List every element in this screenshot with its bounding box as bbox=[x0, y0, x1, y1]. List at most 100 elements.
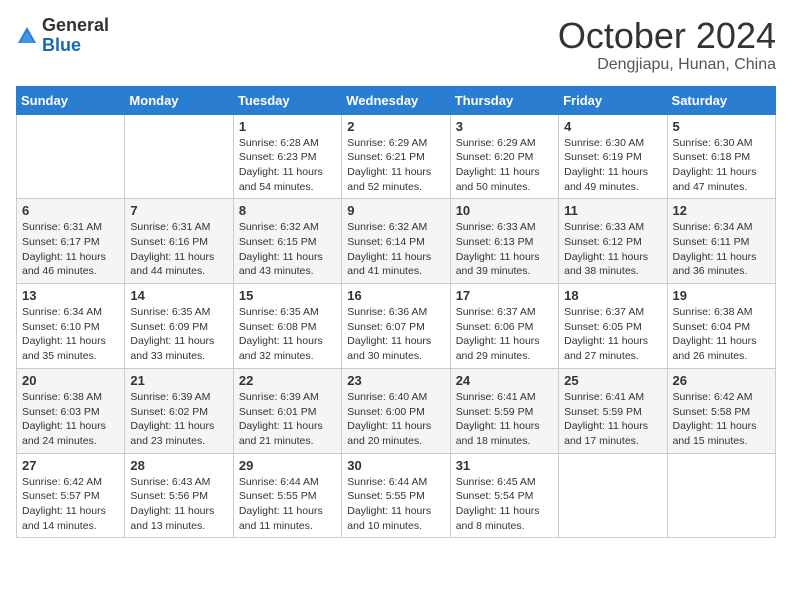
day-detail: Sunrise: 6:31 AM Sunset: 6:17 PM Dayligh… bbox=[22, 220, 119, 279]
day-detail: Sunrise: 6:41 AM Sunset: 5:59 PM Dayligh… bbox=[564, 390, 661, 449]
calendar-cell: 12Sunrise: 6:34 AM Sunset: 6:11 PM Dayli… bbox=[667, 199, 775, 284]
calendar-cell: 23 Sunrise: 6:40 AM Sunset: 6:00 PM Dayli… bbox=[342, 368, 450, 453]
calendar-cell: 2 Sunrise: 6:29 AM Sunset: 6:21 PM Daylig… bbox=[342, 114, 450, 199]
weekday-header-sunday: Sunday bbox=[17, 86, 125, 114]
calendar-cell: 15 Sunrise: 6:35 AM Sunset: 6:08 PM Dayli… bbox=[233, 284, 341, 369]
weekday-header-wednesday: Wednesday bbox=[342, 86, 450, 114]
calendar-cell: 19 Sunrise: 6:38 AM Sunset: 6:04 PM Dayli… bbox=[667, 284, 775, 369]
calendar-week-row: 6 Sunrise: 6:31 AM Sunset: 6:17 PM Daylig… bbox=[17, 199, 776, 284]
calendar-cell: 21 Sunrise: 6:39 AM Sunset: 6:02 PM Dayli… bbox=[125, 368, 233, 453]
calendar-cell bbox=[559, 453, 667, 538]
weekday-header-thursday: Thursday bbox=[450, 86, 558, 114]
calendar-cell: 29Sunrise: 6:44 AM Sunset: 5:55 PM Dayli… bbox=[233, 453, 341, 538]
calendar-cell: 1 Sunrise: 6:28 AM Sunset: 6:23 PM Daylig… bbox=[233, 114, 341, 199]
day-number: 7 bbox=[130, 203, 227, 218]
day-detail: Sunrise: 6:45 AM Sunset: 5:54 PM Dayligh… bbox=[456, 475, 553, 534]
page-header: General Blue October 2024 Dengjiapu, Hun… bbox=[16, 16, 776, 74]
day-detail: Sunrise: 6:39 AM Sunset: 6:01 PM Dayligh… bbox=[239, 390, 336, 449]
calendar-cell: 11Sunrise: 6:33 AM Sunset: 6:12 PM Dayli… bbox=[559, 199, 667, 284]
day-detail: Sunrise: 6:42 AM Sunset: 5:58 PM Dayligh… bbox=[673, 390, 770, 449]
day-detail: Sunrise: 6:44 AM Sunset: 5:55 PM Dayligh… bbox=[347, 475, 444, 534]
day-number: 9 bbox=[347, 203, 444, 218]
day-number: 13 bbox=[22, 288, 119, 303]
weekday-header-friday: Friday bbox=[559, 86, 667, 114]
weekday-header-saturday: Saturday bbox=[667, 86, 775, 114]
day-number: 12 bbox=[673, 203, 770, 218]
day-number: 25 bbox=[564, 373, 661, 388]
weekday-header-row: SundayMondayTuesdayWednesdayThursdayFrid… bbox=[17, 86, 776, 114]
calendar-cell: 17Sunrise: 6:37 AM Sunset: 6:06 PM Dayli… bbox=[450, 284, 558, 369]
logo-general: General bbox=[42, 15, 109, 35]
day-detail: Sunrise: 6:33 AM Sunset: 6:13 PM Dayligh… bbox=[456, 220, 553, 279]
day-number: 26 bbox=[673, 373, 770, 388]
calendar-cell bbox=[125, 114, 233, 199]
day-number: 15 bbox=[239, 288, 336, 303]
day-detail: Sunrise: 6:37 AM Sunset: 6:06 PM Dayligh… bbox=[456, 305, 553, 364]
calendar-week-row: 20 Sunrise: 6:38 AM Sunset: 6:03 PM Dayli… bbox=[17, 368, 776, 453]
day-number: 6 bbox=[22, 203, 119, 218]
day-detail: Sunrise: 6:32 AM Sunset: 6:14 PM Dayligh… bbox=[347, 220, 444, 279]
day-detail: Sunrise: 6:37 AM Sunset: 6:05 PM Dayligh… bbox=[564, 305, 661, 364]
calendar-cell: 5 Sunrise: 6:30 AM Sunset: 6:18 PM Daylig… bbox=[667, 114, 775, 199]
calendar-cell: 27Sunrise: 6:42 AM Sunset: 5:57 PM Dayli… bbox=[17, 453, 125, 538]
calendar-cell: 31 Sunrise: 6:45 AM Sunset: 5:54 PM Dayli… bbox=[450, 453, 558, 538]
calendar-cell: 6 Sunrise: 6:31 AM Sunset: 6:17 PM Daylig… bbox=[17, 199, 125, 284]
calendar-cell: 8 Sunrise: 6:32 AM Sunset: 6:15 PM Daylig… bbox=[233, 199, 341, 284]
day-detail: Sunrise: 6:31 AM Sunset: 6:16 PM Dayligh… bbox=[130, 220, 227, 279]
day-detail: Sunrise: 6:35 AM Sunset: 6:08 PM Dayligh… bbox=[239, 305, 336, 364]
logo: General Blue bbox=[16, 16, 109, 56]
day-detail: Sunrise: 6:32 AM Sunset: 6:15 PM Dayligh… bbox=[239, 220, 336, 279]
day-detail: Sunrise: 6:30 AM Sunset: 6:19 PM Dayligh… bbox=[564, 136, 661, 195]
location-title: Dengjiapu, Hunan, China bbox=[558, 56, 776, 74]
day-detail: Sunrise: 6:33 AM Sunset: 6:12 PM Dayligh… bbox=[564, 220, 661, 279]
title-block: October 2024 Dengjiapu, Hunan, China bbox=[558, 16, 776, 74]
day-number: 5 bbox=[673, 119, 770, 134]
day-number: 23 bbox=[347, 373, 444, 388]
day-detail: Sunrise: 6:29 AM Sunset: 6:21 PM Dayligh… bbox=[347, 136, 444, 195]
day-number: 22 bbox=[239, 373, 336, 388]
month-title: October 2024 bbox=[558, 16, 776, 56]
day-number: 2 bbox=[347, 119, 444, 134]
calendar-cell: 16Sunrise: 6:36 AM Sunset: 6:07 PM Dayli… bbox=[342, 284, 450, 369]
calendar-cell: 7 Sunrise: 6:31 AM Sunset: 6:16 PM Daylig… bbox=[125, 199, 233, 284]
day-detail: Sunrise: 6:28 AM Sunset: 6:23 PM Dayligh… bbox=[239, 136, 336, 195]
calendar-cell bbox=[17, 114, 125, 199]
day-number: 21 bbox=[130, 373, 227, 388]
day-detail: Sunrise: 6:42 AM Sunset: 5:57 PM Dayligh… bbox=[22, 475, 119, 534]
calendar-cell: 18 Sunrise: 6:37 AM Sunset: 6:05 PM Dayli… bbox=[559, 284, 667, 369]
day-detail: Sunrise: 6:34 AM Sunset: 6:10 PM Dayligh… bbox=[22, 305, 119, 364]
day-detail: Sunrise: 6:39 AM Sunset: 6:02 PM Dayligh… bbox=[130, 390, 227, 449]
day-number: 8 bbox=[239, 203, 336, 218]
day-detail: Sunrise: 6:35 AM Sunset: 6:09 PM Dayligh… bbox=[130, 305, 227, 364]
calendar-cell: 24Sunrise: 6:41 AM Sunset: 5:59 PM Dayli… bbox=[450, 368, 558, 453]
calendar-cell: 28Sunrise: 6:43 AM Sunset: 5:56 PM Dayli… bbox=[125, 453, 233, 538]
day-detail: Sunrise: 6:38 AM Sunset: 6:04 PM Dayligh… bbox=[673, 305, 770, 364]
day-number: 19 bbox=[673, 288, 770, 303]
calendar-cell: 14 Sunrise: 6:35 AM Sunset: 6:09 PM Dayli… bbox=[125, 284, 233, 369]
day-number: 14 bbox=[130, 288, 227, 303]
day-number: 31 bbox=[456, 458, 553, 473]
day-detail: Sunrise: 6:38 AM Sunset: 6:03 PM Dayligh… bbox=[22, 390, 119, 449]
calendar-cell: 13 Sunrise: 6:34 AM Sunset: 6:10 PM Dayli… bbox=[17, 284, 125, 369]
weekday-header-monday: Monday bbox=[125, 86, 233, 114]
day-number: 20 bbox=[22, 373, 119, 388]
calendar-week-row: 27Sunrise: 6:42 AM Sunset: 5:57 PM Dayli… bbox=[17, 453, 776, 538]
calendar-cell bbox=[667, 453, 775, 538]
day-detail: Sunrise: 6:43 AM Sunset: 5:56 PM Dayligh… bbox=[130, 475, 227, 534]
calendar-cell: 9 Sunrise: 6:32 AM Sunset: 6:14 PM Daylig… bbox=[342, 199, 450, 284]
day-number: 4 bbox=[564, 119, 661, 134]
calendar-week-row: 1 Sunrise: 6:28 AM Sunset: 6:23 PM Daylig… bbox=[17, 114, 776, 199]
day-number: 30 bbox=[347, 458, 444, 473]
calendar-cell: 20 Sunrise: 6:38 AM Sunset: 6:03 PM Dayli… bbox=[17, 368, 125, 453]
day-number: 18 bbox=[564, 288, 661, 303]
day-number: 1 bbox=[239, 119, 336, 134]
calendar-cell: 30 Sunrise: 6:44 AM Sunset: 5:55 PM Dayli… bbox=[342, 453, 450, 538]
logo-icon bbox=[16, 25, 38, 47]
day-detail: Sunrise: 6:41 AM Sunset: 5:59 PM Dayligh… bbox=[456, 390, 553, 449]
day-detail: Sunrise: 6:44 AM Sunset: 5:55 PM Dayligh… bbox=[239, 475, 336, 534]
day-number: 3 bbox=[456, 119, 553, 134]
day-number: 10 bbox=[456, 203, 553, 218]
day-detail: Sunrise: 6:30 AM Sunset: 6:18 PM Dayligh… bbox=[673, 136, 770, 195]
calendar-cell: 25 Sunrise: 6:41 AM Sunset: 5:59 PM Dayli… bbox=[559, 368, 667, 453]
day-detail: Sunrise: 6:40 AM Sunset: 6:00 PM Dayligh… bbox=[347, 390, 444, 449]
